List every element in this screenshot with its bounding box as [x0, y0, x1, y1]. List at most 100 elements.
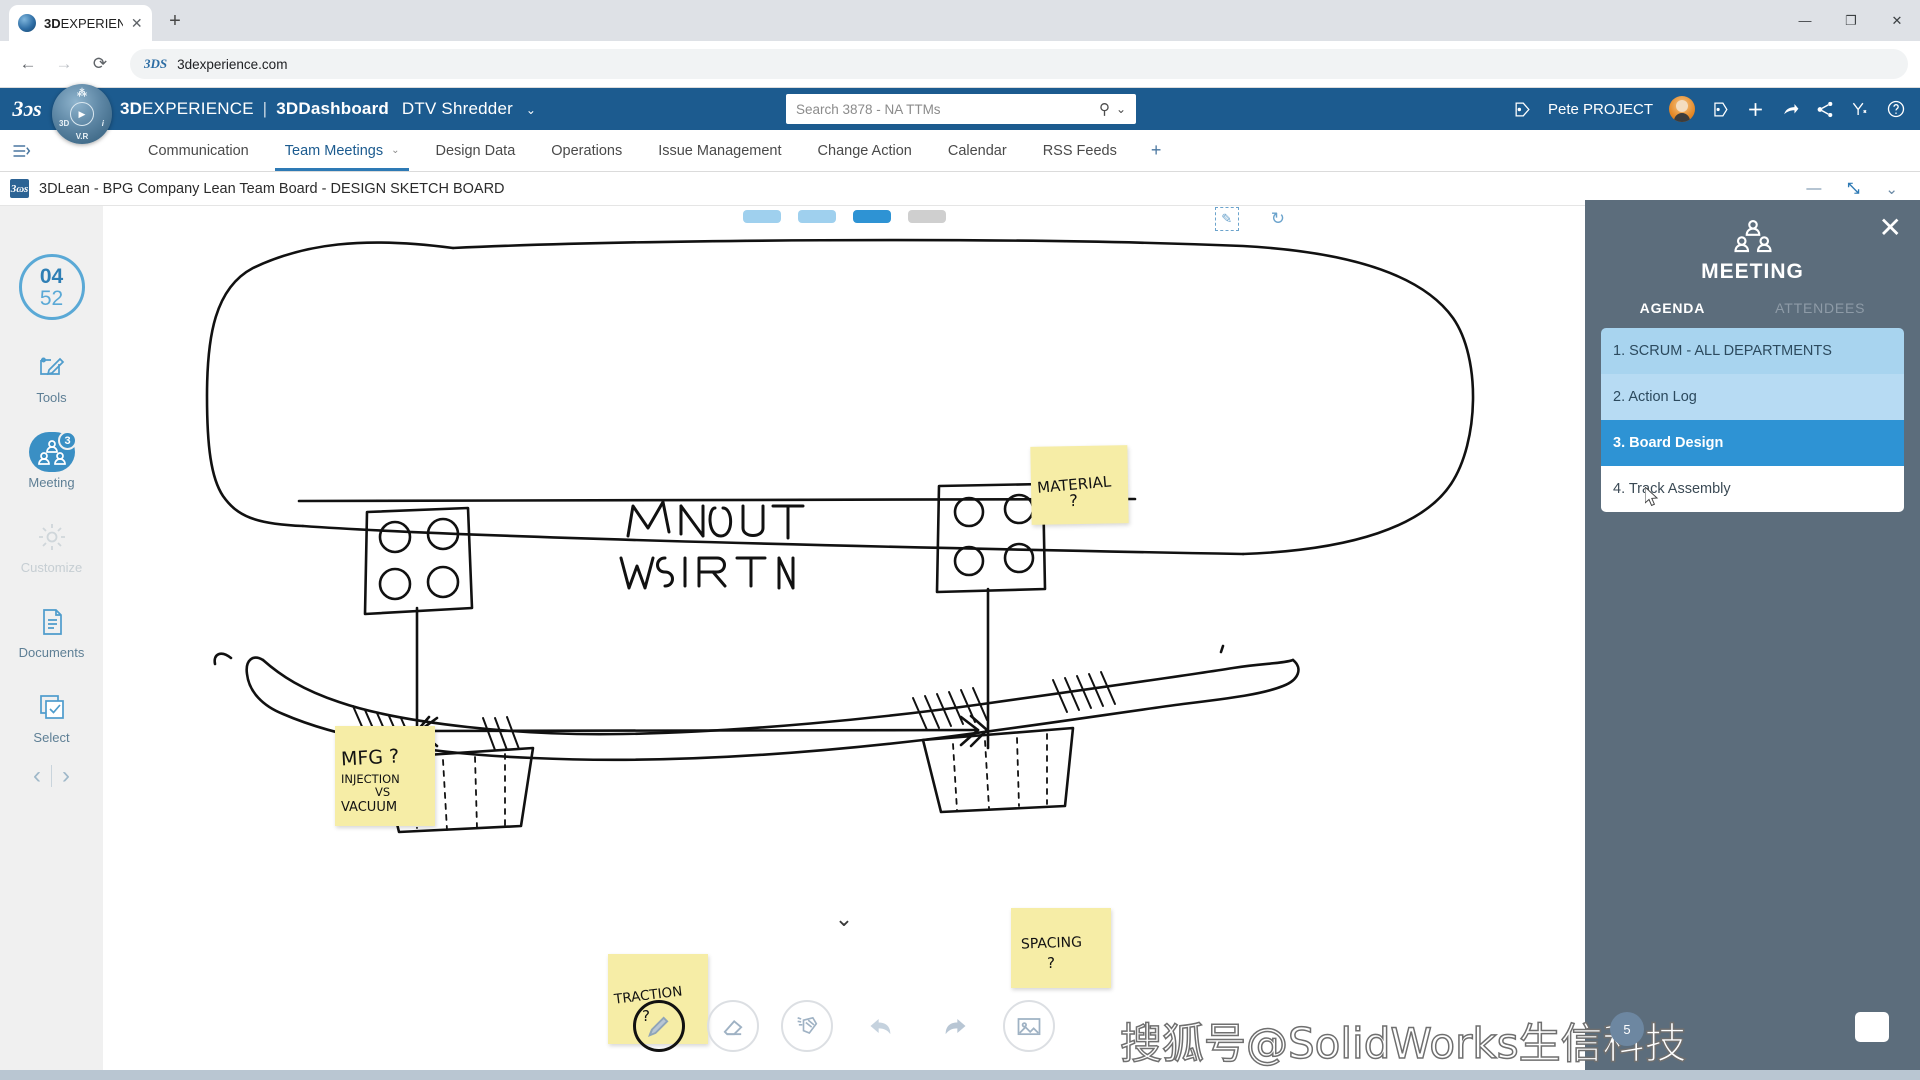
dashboard-tab-rss-feeds[interactable]: RSS Feeds [1025, 130, 1135, 171]
rail-label-select: Select [33, 730, 69, 745]
whiteboard-sketch [103, 206, 1585, 1080]
search-icon[interactable]: ⚲ [1099, 100, 1110, 118]
tab-attendees[interactable]: ATTENDEES [1775, 300, 1865, 316]
widget-collapse-button[interactable]: ⤡ [1847, 180, 1859, 197]
clear-all-tool[interactable] [781, 1000, 833, 1052]
dashboard-tab-change-action[interactable]: Change Action [800, 130, 930, 171]
note-line: INJECTION [341, 773, 435, 786]
site-favicon-icon: 3DS [144, 56, 167, 72]
select-check-icon [35, 690, 69, 724]
window-maximize-button[interactable]: ❐ [1828, 0, 1874, 41]
avatar[interactable] [1669, 96, 1695, 122]
sticky-note-spacing[interactable]: SPACING ? [1011, 908, 1111, 988]
rail-item-select[interactable]: Select [0, 690, 103, 745]
dashboard-tab-communication[interactable]: Communication [130, 130, 267, 171]
widget-minimize-button[interactable]: — [1806, 180, 1821, 197]
share-arrow-icon[interactable] [1781, 100, 1800, 119]
sticky-note-mfg[interactable]: MFG ? INJECTION VS VACUUM [335, 726, 435, 826]
address-bar[interactable]: 3DS 3dexperience.com [130, 49, 1908, 79]
project-name[interactable]: DTV Shredder [402, 99, 513, 118]
compass-play-icon[interactable]: ▶ [70, 102, 94, 126]
collaborate-icon[interactable] [1851, 100, 1870, 119]
compass-north-label: ⁂ [77, 88, 87, 99]
plus-icon[interactable] [1746, 100, 1765, 119]
agenda-item-label: 4. Track Assembly [1613, 481, 1731, 497]
dashboard-tab-operations[interactable]: Operations [533, 130, 640, 171]
left-rail: 04 52 Tools 3 Meeting Customize [0, 206, 103, 1080]
dashboard-tab-issue-management[interactable]: Issue Management [640, 130, 799, 171]
search-input[interactable] [796, 102, 1093, 117]
gear-icon [35, 520, 69, 554]
note-line: SPACING [1021, 934, 1111, 953]
compass-info-label: i [102, 119, 104, 128]
window-minimize-button[interactable]: — [1782, 0, 1828, 41]
window-close-button[interactable]: ✕ [1874, 0, 1920, 41]
forward-icon[interactable]: → [48, 48, 80, 80]
compass-3d-label: 3D [59, 119, 69, 128]
watermark-badge: 5 [1610, 1012, 1644, 1046]
dashboard-tab-design-data[interactable]: Design Data [417, 130, 533, 171]
note-line: VS [375, 786, 435, 799]
eraser-tool[interactable] [707, 1000, 759, 1052]
tag-icon[interactable] [1513, 100, 1532, 119]
chevron-down-icon[interactable]: ⌄ [391, 145, 399, 156]
rail-item-meeting[interactable]: 3 Meeting [0, 435, 103, 490]
dashboard-tab-bar: CommunicationTeam Meetings⌄ Design Data Op… [0, 130, 1920, 172]
reload-icon[interactable]: ⟳ [84, 48, 116, 80]
dashboard-tab-calendar[interactable]: Calendar [930, 130, 1025, 171]
tools-pencil-icon [35, 350, 69, 384]
add-tab-button[interactable]: + [1135, 130, 1178, 171]
rail-item-documents[interactable]: Documents [0, 605, 103, 660]
user-name-label[interactable]: Pete PROJECT [1548, 101, 1653, 118]
top-bar-right-actions: Pete PROJECT [1513, 88, 1906, 130]
bottom-strip [0, 1070, 1920, 1080]
rail-next-button[interactable]: › [62, 762, 70, 790]
sketch-canvas[interactable]: ✎ ↻ [103, 206, 1585, 1080]
rail-item-customize[interactable]: Customize [0, 520, 103, 575]
tab-agenda[interactable]: AGENDA [1640, 300, 1705, 316]
browser-tab-title: 3DEXPERIENCE [44, 16, 123, 31]
dashboard-tab-label: Design Data [435, 143, 515, 159]
compass-vr-label: V.R [76, 132, 89, 141]
3d-compass[interactable]: ⁂ V.R 3D i ▶ [52, 84, 112, 144]
watermark-square [1855, 1012, 1889, 1042]
meeting-panel: ✕ MEETING AGENDA ATTENDEES 1. SCRUM - AL… [1585, 200, 1920, 1080]
undo-tool[interactable] [855, 1000, 907, 1052]
rail-label-documents: Documents [19, 645, 85, 660]
bookmark-icon[interactable] [1711, 100, 1730, 119]
widget-more-button[interactable]: ⌄ [1885, 180, 1898, 198]
rail-prev-button[interactable]: ‹ [33, 762, 41, 790]
note-line: VACUUM [341, 801, 435, 816]
meeting-people-icon [35, 435, 69, 469]
dashboard-tab-team-meetings[interactable]: Team Meetings⌄ [267, 130, 418, 171]
agenda-item[interactable]: 1. SCRUM - ALL DEPARTMENTS [1601, 328, 1904, 374]
pen-tool[interactable] [633, 1000, 685, 1052]
chevron-down-icon[interactable]: ⌄ [835, 906, 853, 932]
agenda-item[interactable]: 3. Board Design [1601, 420, 1904, 466]
global-search[interactable]: ⚲ ⌄ [786, 94, 1136, 124]
agenda-item-label: 3. Board Design [1613, 435, 1723, 451]
redo-tool[interactable] [929, 1000, 981, 1052]
rail-item-tools[interactable]: Tools [0, 350, 103, 405]
dashboard-tab-label: Operations [551, 143, 622, 159]
dashboard-tab-label: RSS Feeds [1043, 143, 1117, 159]
timer-seconds: 52 [40, 288, 63, 309]
insert-image-tool[interactable] [1003, 1000, 1055, 1052]
app-title: 3DEXPERIENCE | 3DDashboard DTV Shredder … [120, 99, 536, 119]
browser-tab[interactable]: 3DEXPERIENCE ✕ [9, 5, 152, 41]
rail-label-customize: Customize [21, 560, 82, 575]
help-icon[interactable] [1886, 99, 1906, 119]
back-icon[interactable]: ← [12, 48, 44, 80]
chevron-down-icon[interactable]: ⌄ [1116, 102, 1126, 116]
share-nodes-icon[interactable] [1816, 100, 1835, 119]
note-line: ? [1069, 492, 1128, 511]
close-icon[interactable]: ✕ [131, 15, 144, 31]
close-icon[interactable]: ✕ [1879, 214, 1902, 242]
agenda-item[interactable]: 2. Action Log [1601, 374, 1904, 420]
chevron-down-icon[interactable]: ⌄ [526, 103, 536, 117]
hamburger-icon[interactable] [0, 130, 42, 171]
meeting-timer[interactable]: 04 52 [19, 254, 85, 320]
sticky-note-material[interactable]: MATERIAL ? [1030, 445, 1128, 525]
new-tab-button[interactable]: + [162, 9, 188, 35]
dashboard-tab-label: Change Action [818, 143, 912, 159]
